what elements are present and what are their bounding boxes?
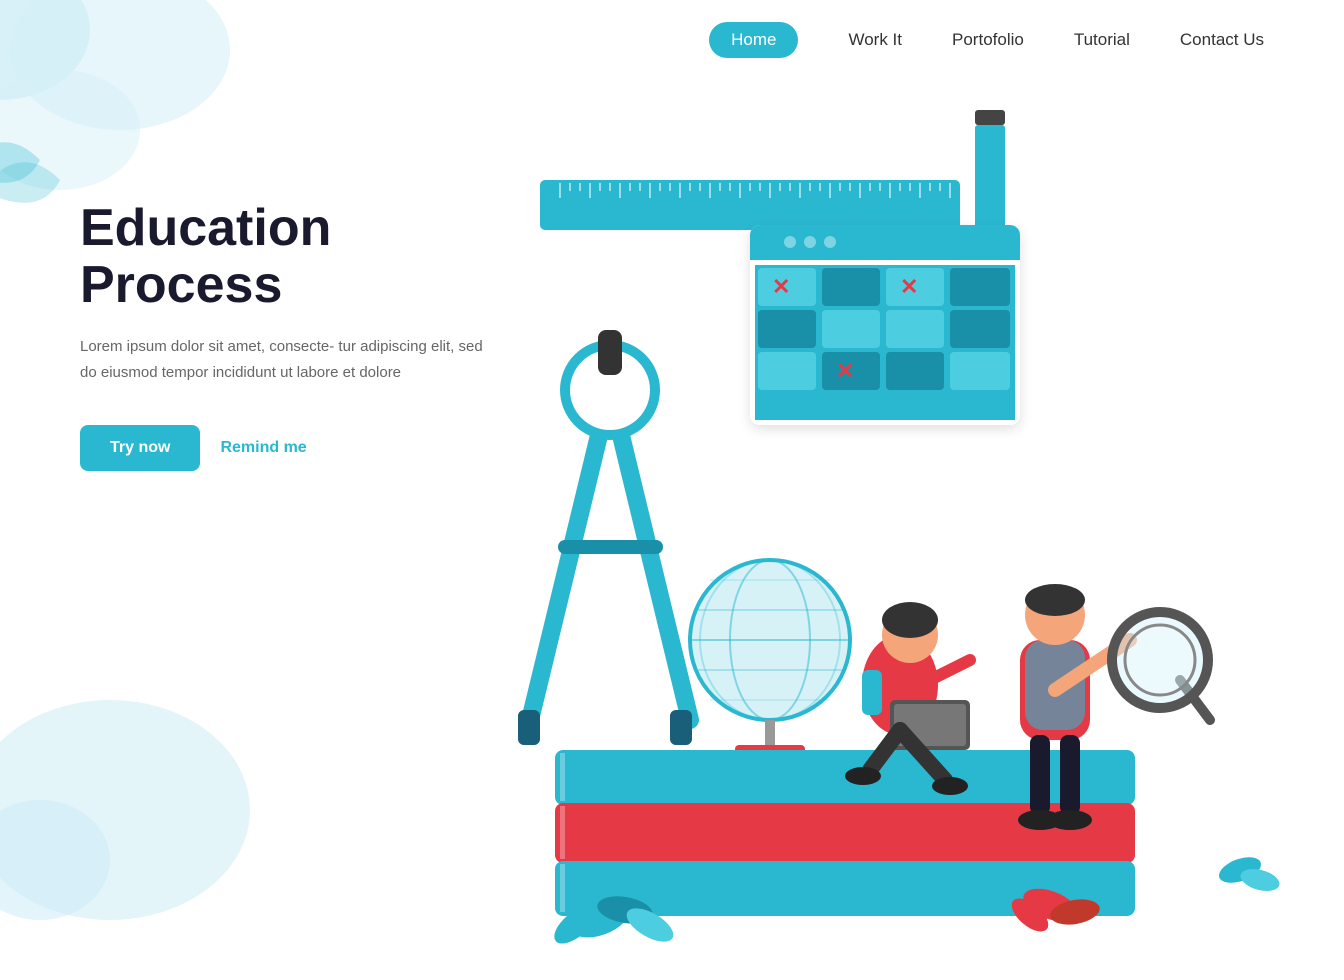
nav-item-portfolio[interactable]: Portofolio [952,30,1024,50]
nav-item-home[interactable]: Home [709,22,798,58]
blob-bottom-left [0,680,260,940]
navbar: Home Work It Portofolio Tutorial Contact… [0,0,1344,80]
nav-item-contact[interactable]: Contact Us [1180,30,1264,50]
try-now-button[interactable]: Try now [80,425,200,471]
nav-item-tutorial[interactable]: Tutorial [1074,30,1130,50]
main-illustration: ✕ ✕ ✕ [400,50,1300,970]
svg-text:✕: ✕ [900,274,918,299]
svg-text:✕: ✕ [836,358,854,383]
nav-item-workit[interactable]: Work It [848,30,902,50]
svg-text:✕: ✕ [772,274,790,299]
remind-me-button[interactable]: Remind me [220,439,306,457]
